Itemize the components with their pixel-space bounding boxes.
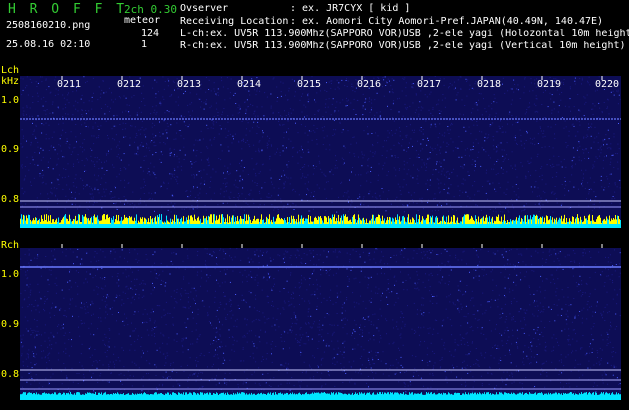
lch-unit: kHz: [1, 76, 20, 87]
lch-freq-tick-1-0: 1.0: [1, 95, 20, 106]
time-tick: 0216: [357, 79, 382, 90]
location-value: : ex. Aomori City Aomori-Pref.JAPAN(40.4…: [290, 16, 604, 27]
time-tick: 0212: [117, 79, 142, 90]
observer-value: : ex. JR7CYX [ kid ]: [290, 3, 411, 14]
lch-freq-tick-0-8: 0.8: [1, 194, 20, 205]
rch-freq-tick-1-0: 1.0: [1, 269, 20, 280]
observer-label: Ovserver: [180, 3, 229, 14]
rch-freq-tick-0-9: 0.9: [1, 319, 20, 330]
version-label: 2ch 0.30: [124, 3, 177, 16]
lch-setup: L-ch:ex. UV5R 113.900Mhz(SAPPORO VOR)USB…: [180, 29, 629, 39]
spectrogram-canvas: [0, 0, 629, 410]
app-title: H R O F F T: [8, 2, 128, 17]
rch-spectrogram-panel: [20, 248, 621, 400]
mode-label: meteor: [124, 15, 161, 26]
time-tick: 0217: [417, 79, 442, 90]
filename-label: 2508160210.png: [6, 20, 91, 31]
time-tick: 0211: [57, 79, 82, 90]
lch-freq-tick-0-9: 0.9: [1, 144, 20, 155]
rch-freq-tick-0-8: 0.8: [1, 369, 20, 380]
lch-spectrogram-panel: [20, 76, 621, 228]
rch-count: 1: [141, 39, 148, 50]
time-tick: 0218: [477, 79, 502, 90]
time-tick: 0214: [237, 79, 262, 90]
time-tick: 0215: [297, 79, 322, 90]
time-tick: 0213: [177, 79, 202, 90]
rch-setup: R-ch:ex. UV5R 113.900Mhz(SAPPORO VOR)USB…: [180, 41, 626, 51]
location-label: Receiving Location: [180, 16, 289, 27]
datetime-label: 25.08.16 02:10: [6, 39, 91, 50]
time-tick: 0220: [595, 79, 620, 90]
lch-count: 124: [141, 28, 160, 39]
rch-label: Rch: [1, 240, 20, 251]
lch-label: Lch: [1, 65, 20, 76]
time-tick: 0219: [537, 79, 562, 90]
